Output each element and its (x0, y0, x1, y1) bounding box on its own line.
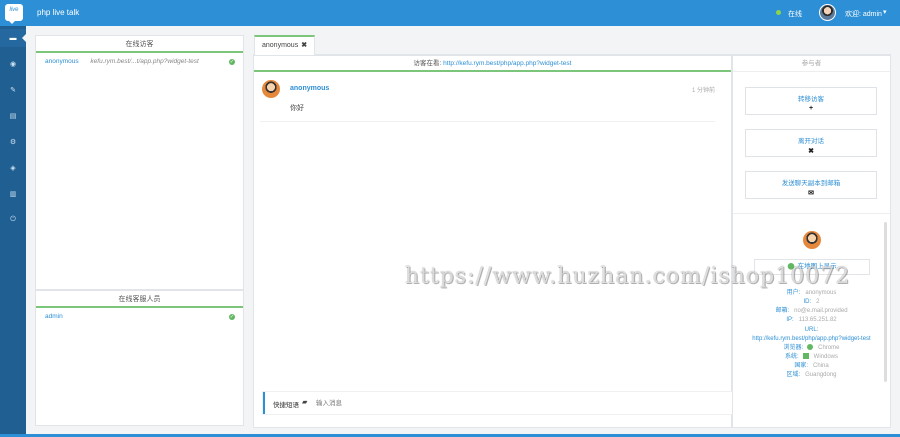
settings-icon[interactable]: ⚙ (0, 133, 26, 151)
info-country: 国家: China (794, 363, 829, 369)
visitor-info: ⬤ 在地图上显示 用户: anonymous ID: 2 邮箱: no@e.mail.p… (733, 213, 890, 428)
app-title: php live talk (37, 8, 80, 17)
message-text: 你好 (290, 105, 304, 112)
info-browser: 浏览器: Chrome (783, 344, 840, 351)
agents-title: 在线客服人员 (36, 291, 243, 308)
list-icon[interactable]: ▤ (0, 107, 26, 125)
location-icon[interactable]: ◉ (0, 55, 26, 73)
close-icon: ✖ (808, 148, 814, 155)
quick-phrases-label[interactable]: 快捷短语 (273, 399, 299, 409)
agents-panel: 在线客服人员 admin ✓ (35, 290, 244, 426)
check-icon: ✓ (229, 59, 235, 65)
sidebar: ▬ ◉ ✎ ▤ ⚙ ◈ ▥ ⏻ (0, 26, 26, 437)
chat-panel: 访客在看: http://kefu.rym.best/php/app.php?w… (253, 55, 732, 428)
chevron-down-icon[interactable]: ▾ (883, 8, 887, 16)
visitor-url: kefu.rym.best/...t/app.php?widget-test (90, 58, 199, 65)
tab-label: anonymous (262, 42, 299, 49)
button-label: 发送聊天副本到邮箱 (781, 180, 841, 187)
message-author[interactable]: anonymous (290, 85, 329, 92)
message-time: 1 分钟前 (691, 88, 715, 94)
viewing-url-link[interactable]: http://kefu.rym.best/php/app.php?widget-… (443, 60, 571, 67)
chrome-icon (807, 344, 814, 351)
online-status-label[interactable]: 在线 (788, 9, 802, 19)
avatar[interactable] (819, 4, 836, 21)
visitors-title: 在线访客 (36, 36, 243, 53)
info-url-label: URL: (804, 327, 819, 333)
tab-anonymous[interactable]: anonymous ✖ (254, 35, 316, 56)
list-item[interactable]: admin ✓ (36, 310, 243, 324)
windows-icon (802, 353, 809, 360)
folder-icon[interactable]: ▰ (302, 398, 307, 406)
viewing-label: 访客在看: (413, 60, 442, 67)
check-icon: ✓ (229, 314, 235, 320)
info-user: 用户: anonymous (786, 290, 837, 296)
info-scrollbar[interactable] (884, 222, 887, 382)
layers-icon[interactable]: ◈ (0, 159, 26, 177)
avatar (803, 231, 821, 249)
participants-title: 参与者 (733, 56, 890, 72)
transfer-visitor-button[interactable]: 转移访客 + (745, 87, 877, 115)
chat-tabs: anonymous ✖ (253, 34, 891, 56)
mail-icon: ✉ (808, 190, 814, 197)
send-transcript-button[interactable]: 发送聊天副本到邮箱 ✉ (745, 171, 877, 199)
close-icon[interactable]: ✖ (301, 42, 307, 49)
info-region: 区域: Guangdong (786, 372, 837, 378)
visitor-name[interactable]: anonymous (45, 58, 79, 65)
info-ip: IP: 113.65.251.82 (786, 317, 837, 323)
plus-icon: + (808, 105, 814, 112)
watermark-text: https://www.huzhan.com/ishop10072 (405, 264, 851, 289)
wrench-icon[interactable]: ✎ (0, 81, 26, 99)
participant-panel: 参与者 转移访客 + 离开对话 ✖ 发送聊天副本到邮箱 ✉ ⬤ 在地图上显示 用户… (732, 55, 891, 428)
info-email: 邮箱: no@e.mail.provided (775, 308, 848, 314)
info-url[interactable]: http://kefu.rym.best/php/app.php?widget-… (733, 335, 890, 344)
app-logo: live (5, 4, 23, 24)
power-icon[interactable]: ⏻ (0, 211, 26, 229)
avatar (262, 80, 280, 98)
chat-header: 访客在看: http://kefu.rym.best/php/app.php?w… (254, 56, 731, 72)
visitors-panel: 在线访客 anonymous kefu.rym.best/...t/app.ph… (35, 35, 244, 290)
info-os: 系统: Windows (784, 353, 838, 360)
chart-icon[interactable]: ▥ (0, 185, 26, 203)
leave-chat-button[interactable]: 离开对话 ✖ (745, 129, 877, 157)
button-label: 转移访客 (798, 96, 824, 103)
chat-icon[interactable]: ▬ (0, 29, 26, 47)
button-label: 离开对话 (798, 138, 824, 145)
list-item[interactable]: anonymous kefu.rym.best/...t/app.php?wid… (36, 55, 243, 69)
top-bar: live php live talk 在线 欢迎: admin ▾ (0, 0, 900, 26)
online-status-icon (776, 10, 781, 15)
user-welcome[interactable]: 欢迎: admin (845, 9, 882, 19)
chat-message: anonymous 1 分钟前 你好 (260, 72, 715, 122)
info-id: ID: 2 (803, 299, 820, 305)
agent-name[interactable]: admin (45, 313, 63, 320)
message-input[interactable] (316, 396, 716, 410)
